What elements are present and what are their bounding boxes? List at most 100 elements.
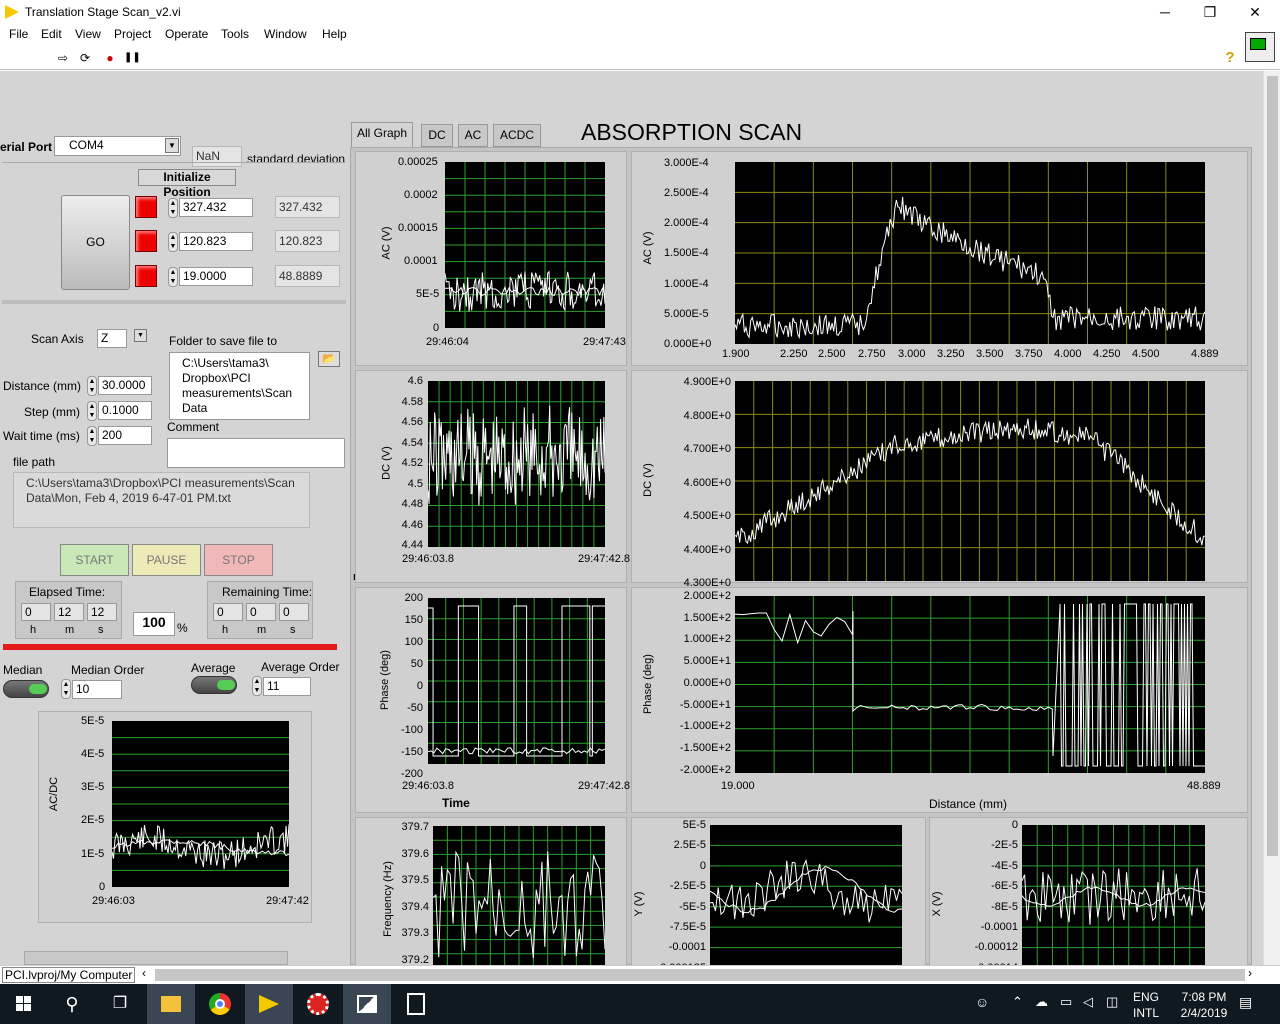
- median-order-input[interactable]: 10: [72, 680, 122, 699]
- phase-time-plot[interactable]: [428, 598, 605, 764]
- vertical-scrollbar-thumb[interactable]: [1267, 76, 1278, 856]
- folder-path-input[interactable]: C:\Users\tama3\ Dropbox\PCI measurements…: [169, 352, 310, 420]
- axis2-input[interactable]: 120.823: [179, 232, 253, 251]
- show-hidden-icons-chevron[interactable]: ⌃: [1012, 994, 1023, 1010]
- file-explorer-icon[interactable]: [147, 984, 195, 1024]
- run-icon[interactable]: ⇨: [56, 51, 70, 65]
- menu-window[interactable]: Window: [264, 27, 307, 41]
- wait-input[interactable]: 200: [98, 426, 152, 445]
- tab-all-graph[interactable]: All Graph: [351, 122, 413, 147]
- ac-distance-ytick: 5.000E-5: [664, 308, 709, 320]
- pause-icon[interactable]: ❚❚: [124, 51, 141, 65]
- ytick: -0.0001: [980, 921, 1018, 933]
- axis1-spinner[interactable]: ▲ ▼: [168, 198, 178, 218]
- tab-ac[interactable]: AC: [458, 124, 488, 147]
- wait-spinner[interactable]: ▲ ▼: [87, 426, 97, 446]
- menu-tools[interactable]: Tools: [221, 27, 249, 41]
- distance-spinner[interactable]: ▲ ▼: [87, 376, 97, 396]
- menu-help[interactable]: Help: [322, 27, 347, 41]
- step-spinner[interactable]: ▲ ▼: [87, 401, 97, 421]
- ytick: -50: [407, 702, 423, 714]
- photos-icon[interactable]: [343, 984, 391, 1024]
- axis3-input[interactable]: 19.0000: [179, 267, 253, 286]
- people-icon[interactable]: ☺: [975, 994, 989, 1010]
- labview-app-icon: [5, 5, 19, 19]
- menu-operate[interactable]: Operate: [165, 27, 208, 41]
- vertical-scrollbar[interactable]: [1263, 71, 1280, 965]
- average-toggle[interactable]: [191, 676, 237, 694]
- comment-input[interactable]: [167, 438, 345, 468]
- stop-button[interactable]: STOP: [204, 544, 273, 576]
- ac-time-plot[interactable]: [445, 162, 605, 328]
- axis1-input[interactable]: 327.432: [179, 198, 253, 217]
- median-order-label: Median Order: [71, 663, 145, 677]
- onedrive-icon[interactable]: ☁: [1035, 994, 1048, 1010]
- network-icon[interactable]: ▭: [1060, 994, 1072, 1010]
- dc-distance-plot[interactable]: [735, 381, 1205, 581]
- maximize-button[interactable]: ❐: [1195, 2, 1225, 22]
- pause-button[interactable]: PAUSE: [132, 544, 201, 576]
- browse-folder-icon[interactable]: 📂: [318, 351, 340, 367]
- median-toggle[interactable]: [3, 680, 49, 698]
- minimize-button[interactable]: ─: [1150, 2, 1180, 22]
- scan-axis-dropdown-icon[interactable]: ▼: [134, 329, 147, 342]
- app-red-icon[interactable]: [294, 984, 342, 1024]
- horizontal-scrollbar-thumb[interactable]: [155, 969, 1245, 981]
- labview-taskbar-icon[interactable]: [245, 984, 293, 1024]
- go-button[interactable]: GO: [61, 195, 130, 290]
- dc-time-plot[interactable]: [428, 381, 605, 547]
- ytick: -6E-5: [991, 880, 1018, 893]
- start-button[interactable]: START: [60, 544, 129, 576]
- notifications-icon[interactable]: ▤: [1239, 994, 1252, 1011]
- windows-start-icon[interactable]: [0, 984, 48, 1024]
- ac-distance-plot[interactable]: [735, 162, 1205, 344]
- phase-distance-plot[interactable]: [735, 596, 1205, 773]
- language-indicator[interactable]: ENG INTL: [1133, 989, 1159, 1021]
- wait-time-label: Wait time (ms): [3, 429, 80, 443]
- chrome-icon[interactable]: [196, 984, 244, 1024]
- acdc-graph-panel: AC/DC 5E-5 4E-5 3E-5 2E-5 1E-5 0 29:46:0…: [38, 711, 312, 923]
- scroll-right-icon[interactable]: ›: [1248, 966, 1252, 980]
- tab-dc[interactable]: DC: [421, 124, 453, 147]
- frequency-plot[interactable]: [433, 826, 605, 965]
- x-voltage-plot[interactable]: [1022, 825, 1205, 965]
- context-help-icon[interactable]: ?: [1223, 50, 1237, 65]
- y-voltage-plot[interactable]: [710, 825, 902, 965]
- clock-time: 7:08 PM: [1181, 990, 1227, 1004]
- task-view-icon[interactable]: ❐: [96, 984, 144, 1024]
- distance-input[interactable]: 30.0000: [98, 376, 152, 395]
- search-icon[interactable]: ⚲: [48, 984, 96, 1024]
- phase-time-x-axis-label: Time: [442, 796, 470, 810]
- volume-icon[interactable]: ◁: [1083, 994, 1093, 1010]
- close-button[interactable]: ✕: [1240, 2, 1270, 22]
- menu-project[interactable]: Project: [114, 27, 151, 41]
- menu-view[interactable]: View: [75, 27, 101, 41]
- menu-file[interactable]: File: [9, 27, 28, 41]
- windows-taskbar: ⚲ ❐ ☺ ⌃ ☁ ▭ ◁ ◫ ENG INTL 7:08 PM 2/4/201…: [0, 984, 1280, 1024]
- median-order-spinner[interactable]: ▲ ▼: [61, 679, 71, 699]
- serial-port-select[interactable]: COM4 ▼: [54, 136, 181, 156]
- menu-edit[interactable]: Edit: [41, 27, 62, 41]
- average-order-spinner[interactable]: ▲ ▼: [252, 676, 262, 696]
- distance-label: Distance (mm): [3, 379, 82, 393]
- average-order-input[interactable]: 11: [263, 677, 311, 696]
- clock[interactable]: 7:08 PM 2/4/2019: [1170, 989, 1238, 1021]
- abort-icon[interactable]: ●: [103, 51, 117, 65]
- scroll-left-icon[interactable]: ‹: [142, 966, 146, 980]
- scan-axis-select[interactable]: Z: [97, 329, 127, 348]
- axis2-spinner[interactable]: ▲ ▼: [168, 232, 178, 252]
- action-icon[interactable]: ◫: [1106, 994, 1118, 1010]
- acdc-plot[interactable]: [112, 721, 289, 887]
- step-input[interactable]: 0.1000: [98, 401, 152, 420]
- calculator-icon[interactable]: [392, 984, 440, 1024]
- dropdown-arrow-icon[interactable]: ▼: [165, 138, 179, 153]
- ac-distance-xtick: 2.250: [780, 348, 808, 360]
- ytick: 4.46: [401, 518, 423, 531]
- axis3-spinner[interactable]: ▲ ▼: [168, 267, 178, 287]
- elapsed-s-unit: s: [98, 624, 104, 636]
- acdc-ytick: 3E-5: [81, 781, 105, 793]
- run-continuously-icon[interactable]: ⟳: [78, 51, 92, 65]
- tab-acdc[interactable]: ACDC: [493, 124, 541, 147]
- phase-time-plot-svg: [428, 598, 605, 764]
- ytick: 5E-5: [682, 819, 706, 831]
